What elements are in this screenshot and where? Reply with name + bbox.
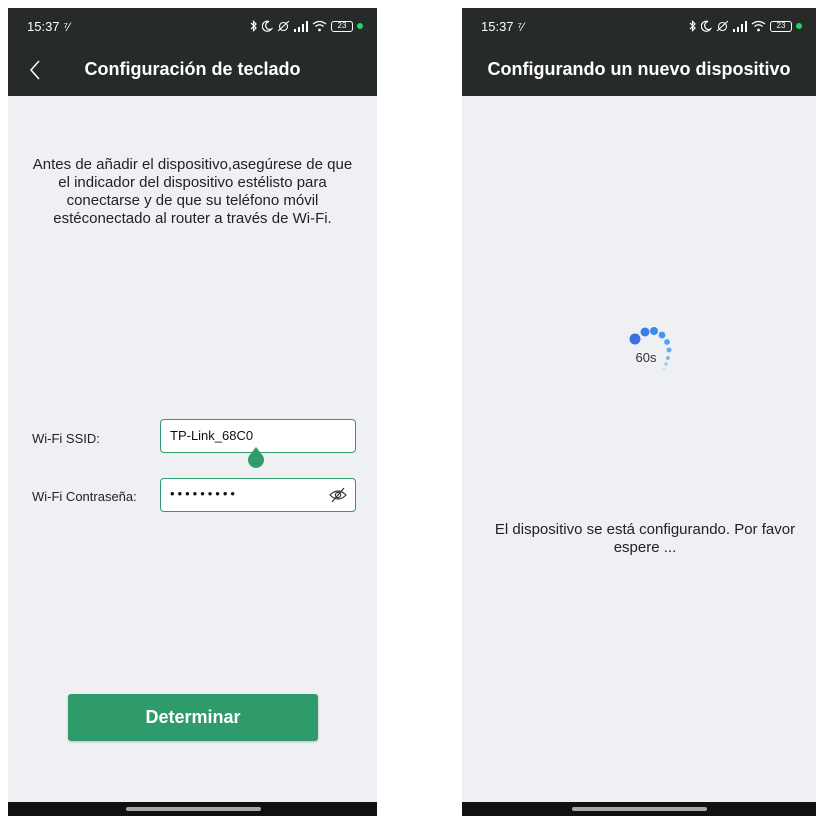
ssid-label: Wi-Fi SSID:: [32, 431, 100, 446]
ssid-value: TP-Link_68C0: [170, 428, 254, 443]
status-icons: 23: [689, 17, 802, 35]
password-label: Wi-Fi Contraseña:: [32, 489, 137, 504]
battery-icon: 23: [770, 20, 792, 32]
screenshot-pair: 15:37 ⁷⁄ 23 Configuración de teclado Ante…: [0, 0, 816, 816]
status-bar: 15:37 ⁷⁄ 23: [462, 8, 816, 44]
instructions-text: Antes de añadir el dispositivo,asegúrese…: [32, 156, 353, 227]
moon-icon: [262, 20, 272, 32]
navigation-bar: [462, 802, 816, 816]
home-gesture-handle[interactable]: [125, 807, 261, 811]
configuring-device-screen: 15:37 ⁷⁄ 23 Configurando un nuevo disposi…: [462, 8, 816, 816]
countdown-timer: 60s: [635, 350, 657, 365]
password-input[interactable]: •••••••••: [160, 478, 356, 512]
status-time: 15:37 ⁷⁄: [481, 19, 524, 34]
page-title: Configuración de teclado: [84, 59, 301, 79]
app-bar: Configuración de teclado: [8, 44, 377, 96]
notification-icon: ⁷⁄: [63, 20, 70, 34]
moon-icon: [701, 20, 711, 32]
clock-text: 15:37: [27, 19, 60, 34]
alarm-off-icon: [716, 20, 729, 32]
keyboard-config-screen: 15:37 ⁷⁄ 23 Configuración de teclado Ante…: [8, 8, 377, 816]
signal-icon: [294, 20, 308, 32]
configuring-message: El dispositivo se está configurando. Por…: [494, 521, 796, 556]
notification-icon: ⁷⁄: [517, 20, 524, 34]
app-bar: Configurando un nuevo dispositivo: [462, 44, 816, 96]
status-bar: 15:37 ⁷⁄ 23: [8, 8, 377, 44]
status-icons: 23: [250, 17, 363, 35]
wifi-icon: [751, 20, 766, 32]
determinar-button[interactable]: Determinar: [68, 694, 318, 741]
page-title: Configurando un nuevo dispositivo: [487, 59, 791, 79]
signal-icon: [733, 20, 747, 32]
privacy-dot-icon: [796, 23, 802, 29]
home-gesture-handle[interactable]: [572, 807, 707, 811]
navigation-bar: [8, 802, 377, 816]
wifi-icon: [312, 20, 327, 32]
alarm-off-icon: [277, 20, 290, 32]
password-value: •••••••••: [170, 486, 238, 501]
bluetooth-icon: [689, 20, 696, 32]
bluetooth-icon: [250, 20, 257, 32]
status-time: 15:37 ⁷⁄: [27, 19, 70, 34]
clock-text: 15:37: [481, 19, 514, 34]
privacy-dot-icon: [357, 23, 363, 29]
eye-off-icon[interactable]: [329, 486, 347, 504]
battery-icon: 23: [331, 20, 353, 32]
text-cursor-handle-icon[interactable]: [246, 446, 266, 470]
loading-spinner-icon: [629, 327, 672, 371]
